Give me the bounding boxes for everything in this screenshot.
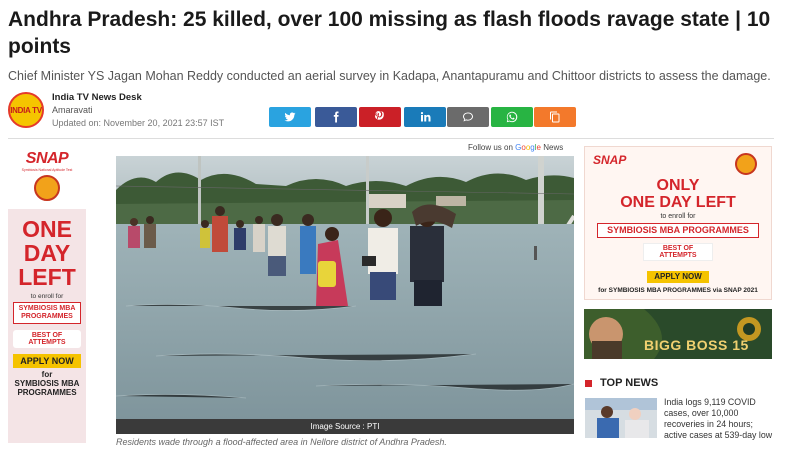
dateline-city: Amaravati <box>52 105 93 115</box>
article-headline: Andhra Pradesh: 25 killed, over 100 miss… <box>8 8 771 58</box>
india-tv-logo[interactable]: INDIA TV <box>8 92 44 128</box>
linkedin-share-button[interactable] <box>404 107 446 127</box>
twitter-icon <box>284 112 296 122</box>
image-source-credit: Image Source : PTI <box>116 419 574 434</box>
symbiosis-emblem <box>34 175 60 201</box>
news-thumbnail[interactable] <box>585 398 657 438</box>
divider <box>8 138 774 139</box>
flood-photo <box>116 156 574 419</box>
photo-caption: Residents wade through a flood-affected … <box>116 437 447 447</box>
author-name[interactable]: India TV News Desk <box>52 92 142 103</box>
best-of-attempts-badge-right: BEST OF ATTEMPTS <box>643 243 713 261</box>
article-summary: Chief Minister YS Jagan Mohan Reddy cond… <box>8 69 771 83</box>
section-marker-icon <box>585 379 592 387</box>
twitter-share-button[interactable] <box>269 107 311 127</box>
bigg-boss-banner[interactable]: BIGG BOSS 15 <box>584 309 772 359</box>
comment-icon <box>463 112 473 122</box>
updated-timestamp: Updated on: November 20, 2021 23:57 IST <box>52 118 225 128</box>
apply-now-button-right[interactable]: APPLY NOW <box>647 271 709 283</box>
byline: INDIA TV India TV News Desk Amaravati Up… <box>8 92 268 128</box>
apply-now-button[interactable]: APPLY NOW <box>13 354 81 368</box>
snap-logo: SNAP Symbiosis National Aptitude Test <box>21 150 73 172</box>
facebook-share-button[interactable] <box>315 107 357 127</box>
comment-button[interactable] <box>447 107 489 127</box>
left-snap-ad[interactable]: SNAP Symbiosis National Aptitude Test ON… <box>8 148 86 457</box>
whatsapp-share-button[interactable] <box>491 107 533 127</box>
bigg-boss-title: BIGG BOSS 15 <box>644 337 749 353</box>
copy-link-icon <box>550 111 560 123</box>
linkedin-icon <box>420 112 431 122</box>
top-news-heading: TOP NEWS <box>585 377 658 389</box>
copy-link-button[interactable] <box>534 107 576 127</box>
right-snap-ad[interactable]: SNAP ONLY ONE DAY LEFT to enroll for SYM… <box>584 146 772 300</box>
best-of-attempts-badge: BEST OF ATTEMPTS <box>13 330 81 348</box>
whatsapp-icon <box>506 111 518 123</box>
follow-google-news-link[interactable]: Follow us on Google News <box>468 143 563 152</box>
snap-logo-small: SNAP <box>593 153 627 167</box>
pinterest-icon <box>375 111 384 120</box>
top-news-item[interactable]: India logs 9,119 COVID cases, over 10,00… <box>664 397 776 441</box>
pinterest-share-button[interactable] <box>359 107 401 127</box>
facebook-icon <box>333 111 339 123</box>
symbiosis-emblem-small <box>735 153 757 175</box>
